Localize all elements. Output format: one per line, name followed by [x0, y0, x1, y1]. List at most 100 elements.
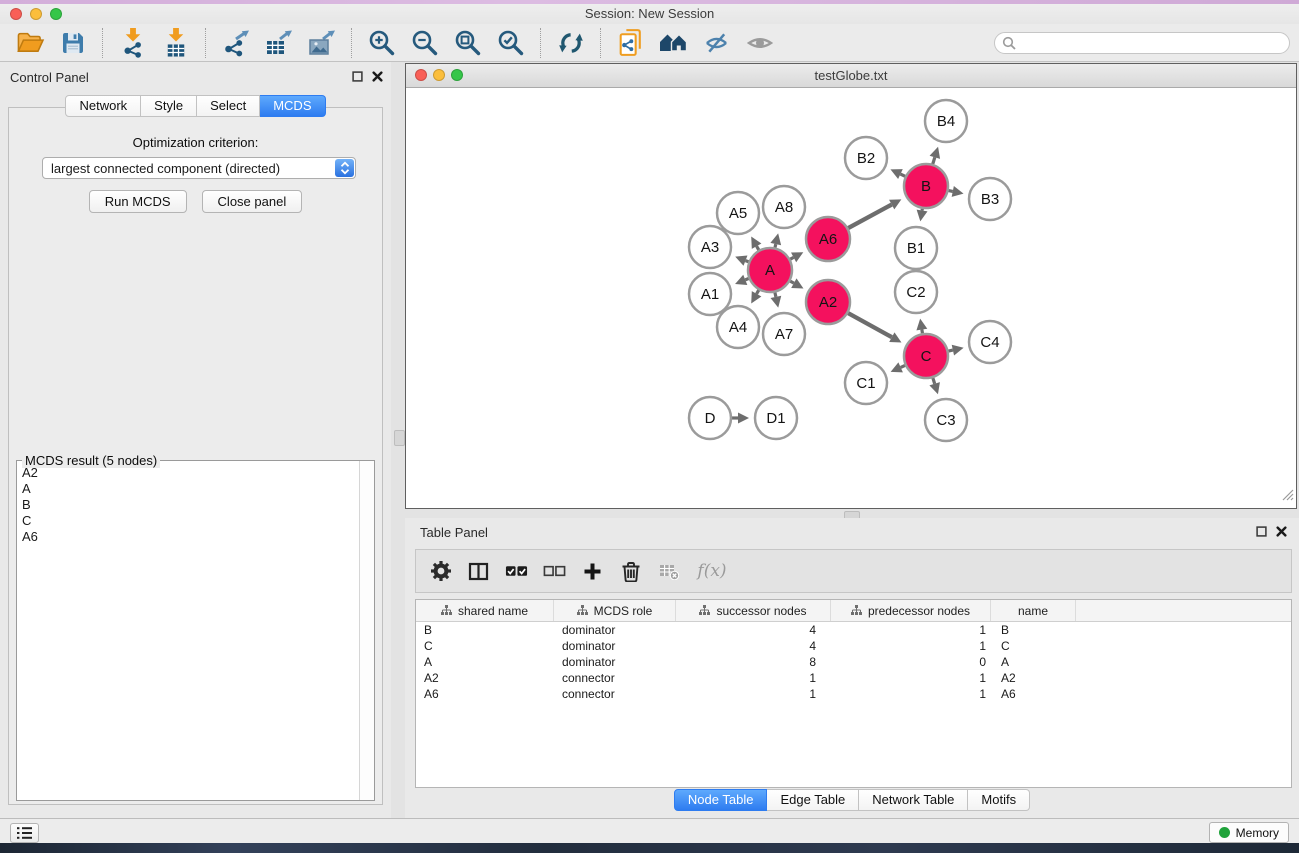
save-session-button[interactable] — [51, 27, 94, 59]
node-C1[interactable]: C1 — [845, 362, 887, 404]
memory-button[interactable]: Memory — [1209, 822, 1289, 843]
node-B1[interactable]: B1 — [895, 227, 937, 269]
node-C3[interactable]: C3 — [925, 399, 967, 441]
zoom-selected-button[interactable] — [489, 27, 532, 59]
tab-style[interactable]: Style — [141, 95, 197, 117]
close-panel-icon[interactable] — [372, 71, 383, 82]
node-A8[interactable]: A8 — [763, 186, 805, 228]
export-image-button[interactable] — [300, 27, 343, 59]
node-A5[interactable]: A5 — [717, 192, 759, 234]
result-item[interactable]: B — [18, 497, 359, 513]
task-history-button[interactable] — [10, 823, 39, 843]
result-item[interactable]: C — [18, 513, 359, 529]
edge-C-C1[interactable] — [891, 362, 905, 372]
table-row[interactable]: Cdominator41C — [416, 638, 1291, 654]
table-row[interactable]: Adominator80A — [416, 654, 1291, 670]
edge-A-A2[interactable] — [790, 278, 803, 288]
refresh-button[interactable] — [549, 27, 592, 59]
node-D[interactable]: D — [689, 397, 731, 439]
tab-motifs[interactable]: Motifs — [968, 789, 1030, 811]
network-canvas[interactable]: B4B2BB3A8A5A6B1A3AC2A1A2A4A7C4CC1C3DD1 — [406, 88, 1296, 508]
deselect-all-button[interactable] — [543, 559, 566, 583]
zoom-network-button[interactable] — [451, 69, 463, 81]
import-table-button[interactable] — [154, 27, 197, 59]
edge-B-B3[interactable] — [949, 186, 964, 197]
delete-column-button[interactable] — [619, 559, 642, 583]
table-row[interactable]: A6connector11A6 — [416, 686, 1291, 702]
node-A6[interactable]: A6 — [806, 217, 850, 261]
zoom-in-button[interactable] — [360, 27, 403, 59]
table-settings-button[interactable] — [429, 559, 452, 583]
node-A7[interactable]: A7 — [763, 313, 805, 355]
edge-A-A4[interactable] — [751, 290, 761, 303]
edge-A6-B[interactable] — [848, 199, 901, 228]
create-column-button[interactable] — [581, 559, 604, 583]
delete-table-button[interactable] — [657, 559, 680, 583]
result-item[interactable]: A2 — [18, 465, 359, 481]
show-column-button[interactable] — [467, 559, 490, 583]
new-network-from-selection-button[interactable] — [609, 27, 652, 59]
float-table-panel-icon[interactable] — [1256, 526, 1267, 537]
open-session-button[interactable] — [8, 27, 51, 59]
function-builder-button[interactable]: f(x) — [695, 559, 729, 583]
column-header-name[interactable]: name — [991, 600, 1076, 621]
minimize-network-button[interactable] — [433, 69, 445, 81]
show-details-button[interactable] — [738, 27, 781, 59]
table-row[interactable]: A2connector11A2 — [416, 670, 1291, 686]
tab-network-table[interactable]: Network Table — [859, 789, 968, 811]
zoom-fit-button[interactable] — [446, 27, 489, 59]
node-A4[interactable]: A4 — [717, 306, 759, 348]
node-A3[interactable]: A3 — [689, 226, 731, 268]
export-network-button[interactable] — [214, 27, 257, 59]
edge-A-A3[interactable] — [735, 255, 748, 265]
result-item[interactable]: A — [18, 481, 359, 497]
resize-grip-icon[interactable] — [1281, 488, 1294, 506]
node-C[interactable]: C — [904, 334, 948, 378]
vertical-splitter-grip[interactable] — [394, 430, 405, 446]
edge-D-D1[interactable] — [732, 413, 749, 424]
edge-C-C3[interactable] — [929, 378, 939, 394]
zoom-window-button[interactable] — [50, 8, 62, 20]
import-network-button[interactable] — [111, 27, 154, 59]
home-button[interactable] — [652, 27, 695, 59]
result-item[interactable]: A6 — [18, 529, 359, 545]
tab-mcds[interactable]: MCDS — [260, 95, 325, 117]
column-header-mcds-role[interactable]: MCDS role — [554, 600, 676, 621]
close-panel-button[interactable]: Close panel — [202, 190, 303, 213]
node-B4[interactable]: B4 — [925, 100, 967, 142]
close-table-panel-icon[interactable] — [1276, 526, 1287, 537]
node-B3[interactable]: B3 — [969, 178, 1011, 220]
close-network-button[interactable] — [415, 69, 427, 81]
edge-A2-C[interactable] — [848, 313, 901, 342]
node-A[interactable]: A — [748, 248, 792, 292]
node-B2[interactable]: B2 — [845, 137, 887, 179]
float-panel-icon[interactable] — [352, 71, 363, 82]
close-window-button[interactable] — [10, 8, 22, 20]
column-header-predecessor-nodes[interactable]: predecessor nodes — [831, 600, 991, 621]
dropdown-stepper-icon[interactable] — [335, 159, 354, 177]
optimization-criterion-dropdown[interactable]: largest connected component (directed) — [42, 157, 356, 179]
node-B[interactable]: B — [904, 164, 948, 208]
column-header-successor-nodes[interactable]: successor nodes — [676, 600, 831, 621]
edge-B-B2[interactable] — [890, 169, 905, 179]
tab-select[interactable]: Select — [197, 95, 260, 117]
select-all-button[interactable] — [505, 559, 528, 583]
node-C2[interactable]: C2 — [895, 271, 937, 313]
result-scrollbar[interactable] — [359, 461, 374, 800]
edge-B-B4[interactable] — [930, 147, 941, 164]
node-D1[interactable]: D1 — [755, 397, 797, 439]
search-field[interactable] — [994, 32, 1290, 54]
run-mcds-button[interactable]: Run MCDS — [89, 190, 187, 213]
edge-A-A1[interactable] — [735, 275, 749, 285]
edge-B-B1[interactable] — [917, 209, 928, 222]
node-A1[interactable]: A1 — [689, 273, 731, 315]
edge-A-A5[interactable] — [751, 237, 761, 250]
tab-network[interactable]: Network — [65, 95, 141, 117]
tab-node-table[interactable]: Node Table — [674, 789, 768, 811]
edge-C-C2[interactable] — [916, 319, 927, 334]
edge-A-A7[interactable] — [771, 292, 782, 307]
table-row[interactable]: Bdominator41B — [416, 622, 1291, 638]
node-C4[interactable]: C4 — [969, 321, 1011, 363]
edge-A-A6[interactable] — [790, 252, 803, 262]
zoom-out-button[interactable] — [403, 27, 446, 59]
